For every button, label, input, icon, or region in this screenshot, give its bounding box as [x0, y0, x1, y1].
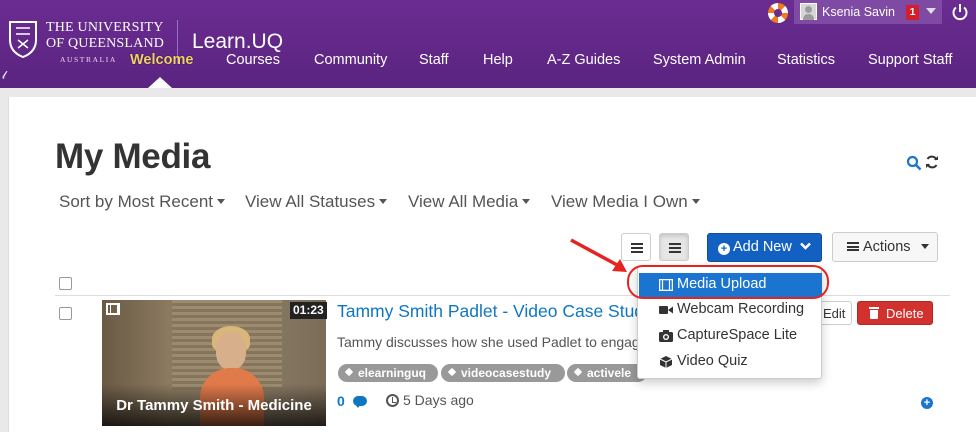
add-new-button[interactable]: + Add New	[707, 233, 822, 262]
select-all-checkbox[interactable]	[59, 277, 72, 290]
nav-system-admin[interactable]: System Admin	[653, 52, 746, 68]
clock-icon	[386, 394, 399, 407]
notification-badge[interactable]: 1	[906, 5, 919, 20]
user-name[interactable]: Ksenia Savin	[822, 5, 895, 19]
duration-badge: 01:23	[290, 302, 327, 319]
detailed-list-icon	[669, 243, 681, 253]
thumbnail-caption: Dr Tammy Smith - Medicine	[116, 397, 312, 414]
caret-down-icon	[379, 198, 388, 204]
add-new-label: Add New	[733, 239, 792, 255]
logo-queensland-line: of Queensland	[46, 36, 165, 51]
edit-label: Edit	[823, 306, 846, 321]
media-filter-label: View All Media	[408, 192, 519, 211]
menu-item-label: CaptureSpace Lite	[677, 327, 798, 343]
page-title: My Media	[55, 137, 211, 176]
annotation-highlight-circle	[627, 265, 829, 299]
owner-filter-label: View Media I Own	[551, 192, 688, 211]
trash-icon	[869, 307, 879, 319]
logo-australia-line: AUSTRALIA	[60, 55, 117, 64]
comment-icon[interactable]	[353, 396, 367, 408]
delete-label: Delete	[886, 306, 924, 321]
owner-filter-dropdown[interactable]: View Media I Own	[551, 192, 700, 212]
power-icon[interactable]	[951, 3, 969, 21]
menu-item-capturespace-lite[interactable]: CaptureSpace Lite	[639, 324, 822, 348]
sort-filter-label: Sort by Most Recent	[59, 192, 214, 211]
nav-support-staff[interactable]: Support Staff	[868, 52, 952, 68]
tag-activelearning[interactable]: activele	[567, 364, 647, 382]
brand-name[interactable]: Learn.UQ	[192, 30, 283, 54]
nav-staff[interactable]: Staff	[419, 52, 449, 68]
menu-item-webcam-recording[interactable]: Webcam Recording	[639, 298, 822, 322]
caret-down-icon	[217, 198, 226, 204]
menu-item-label: Video Quiz	[677, 353, 748, 369]
delete-button[interactable]: Delete	[857, 301, 933, 325]
plus-circle-icon[interactable]: +	[921, 397, 933, 409]
comments-count[interactable]: 0	[337, 393, 345, 409]
video-camera-icon	[659, 306, 673, 314]
cube-icon	[659, 356, 673, 368]
top-header: The University of Queensland AUSTRALIA L…	[0, 0, 976, 88]
plus-circle-icon: +	[718, 243, 730, 255]
logo-university-line: The University	[46, 20, 164, 35]
help-lifebuoy-icon[interactable]	[768, 3, 788, 23]
menu-item-label: Webcam Recording	[677, 301, 805, 317]
annotation-arrow	[570, 238, 627, 272]
entry-description: Tammy discusses how she used Padlet to e…	[337, 334, 637, 350]
edit-button[interactable]: Edit	[818, 301, 852, 325]
entry-title-link[interactable]: Tammy Smith Padlet - Video Case Stud	[337, 301, 637, 322]
list-icon	[847, 242, 859, 251]
uq-crest-logo[interactable]	[8, 20, 38, 58]
caret-down-icon	[691, 198, 700, 204]
nav-courses[interactable]: Courses	[226, 52, 280, 68]
chevron-down-icon	[799, 242, 811, 250]
edit-mode-link-icon[interactable]: 𝓁	[0, 70, 14, 88]
nav-community[interactable]: Community	[314, 52, 387, 68]
caret-down-icon	[920, 244, 929, 249]
entry-age: 5 Days ago	[403, 392, 474, 408]
active-nav-pointer	[148, 77, 172, 88]
nav-help[interactable]: Help	[483, 52, 513, 68]
actions-button[interactable]: Actions	[832, 232, 938, 262]
refresh-icon[interactable]	[925, 154, 939, 170]
film-icon	[106, 303, 120, 315]
detailed-view-button[interactable]	[659, 233, 689, 261]
chevron-down-icon[interactable]	[926, 8, 936, 14]
actions-label: Actions	[863, 239, 911, 255]
search-icon[interactable]	[906, 155, 922, 171]
sort-filter-dropdown[interactable]: Sort by Most Recent	[59, 192, 226, 212]
menu-item-video-quiz[interactable]: Video Quiz	[639, 350, 822, 374]
camera-icon	[659, 330, 673, 342]
caret-down-icon	[522, 198, 531, 204]
entry-checkbox[interactable]	[59, 307, 72, 320]
nav-statistics[interactable]: Statistics	[777, 52, 835, 68]
user-avatar[interactable]	[800, 3, 817, 20]
nav-az-guides[interactable]: A-Z Guides	[547, 52, 620, 68]
tag-videocasestudy[interactable]: videocasestudy	[441, 364, 565, 382]
status-filter-dropdown[interactable]: View All Statuses	[245, 192, 388, 212]
media-filter-dropdown[interactable]: View All Media	[408, 192, 531, 212]
nav-welcome[interactable]: Welcome	[130, 52, 193, 68]
status-filter-label: View All Statuses	[245, 192, 376, 211]
tag-elearninguq[interactable]: elearninguq	[338, 364, 438, 382]
